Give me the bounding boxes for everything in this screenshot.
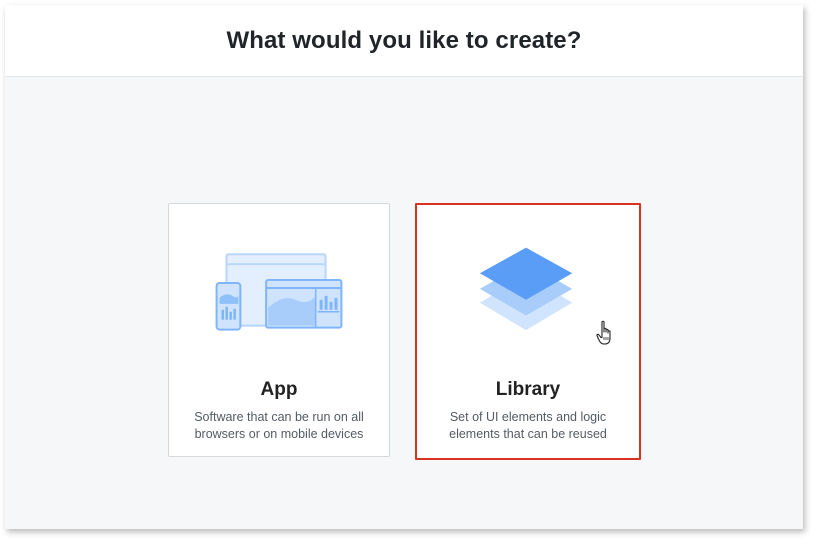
option-description: Software that can be run on all browsers… xyxy=(179,409,379,443)
option-title: App xyxy=(260,379,298,400)
description-line: Set of UI elements and logic xyxy=(449,410,607,424)
description-line: browsers or on mobile devices xyxy=(194,427,364,441)
option-card-app[interactable]: App Software that can be run on all brow… xyxy=(168,203,390,457)
option-description: Set of UI elements and logic elements th… xyxy=(427,409,629,443)
create-dialog: What would you like to create? App Softw… xyxy=(5,5,803,529)
description-line: elements that can be reused xyxy=(449,427,607,441)
dialog-title: What would you like to create? xyxy=(226,26,582,54)
option-title: Library xyxy=(495,379,561,400)
dialog-header: What would you like to create? xyxy=(5,5,803,77)
app-devices-icon xyxy=(215,253,343,331)
hand-cursor-icon xyxy=(596,320,611,345)
description-line: Software that can be run on all xyxy=(194,410,364,424)
